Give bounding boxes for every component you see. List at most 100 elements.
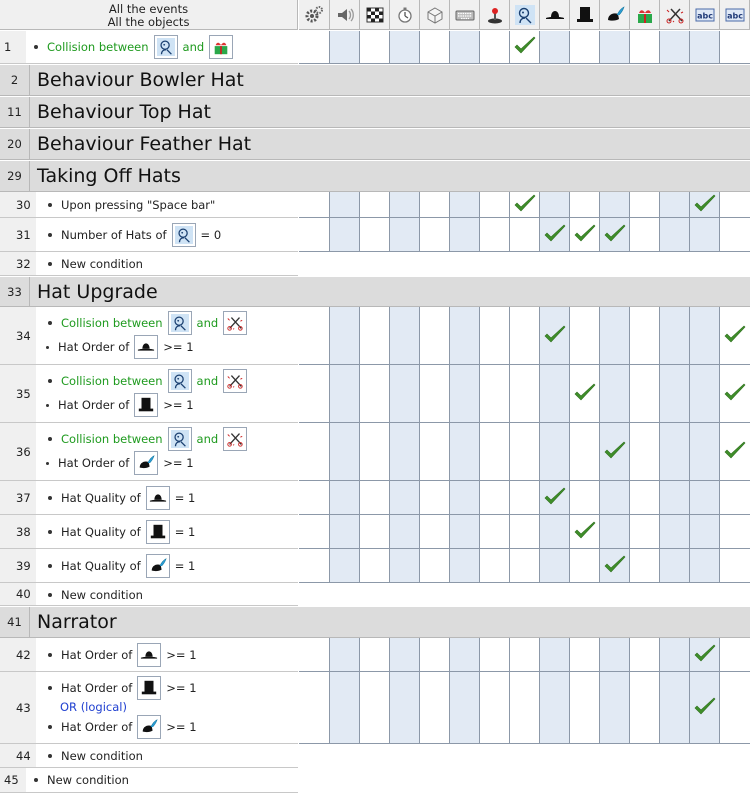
grid-cell[interactable] <box>360 307 390 364</box>
condition-line[interactable]: Hat Quality of = 1 <box>48 486 195 510</box>
grid-cell[interactable] <box>360 515 390 548</box>
grid-cell[interactable] <box>390 423 420 480</box>
grid-cell[interactable] <box>450 365 480 422</box>
grid-cell[interactable] <box>660 192 690 217</box>
event-row-37[interactable]: 37 Hat Quality of = 1 <box>0 481 750 515</box>
grid-cell[interactable] <box>360 481 390 514</box>
event-row-45[interactable]: 45 New condition <box>0 768 750 793</box>
grid-cell[interactable] <box>450 549 480 582</box>
conditions-cell[interactable]: New condition <box>26 768 298 793</box>
grid-cell[interactable] <box>450 672 480 743</box>
condition-line[interactable]: Upon pressing "Space bar" <box>48 193 215 217</box>
grid-cell[interactable] <box>480 515 510 548</box>
grid-cell[interactable] <box>570 638 600 671</box>
grid-cell[interactable] <box>510 31 540 63</box>
grid-cell[interactable] <box>660 31 690 63</box>
grid-cell[interactable] <box>420 307 450 364</box>
grid-cell[interactable] <box>660 307 690 364</box>
grid-cell[interactable] <box>330 672 360 743</box>
grid-cell[interactable] <box>630 672 660 743</box>
conditions-cell[interactable]: Collision between and Hat Order of >= 1 <box>36 423 298 481</box>
event-row-42[interactable]: 42 Hat Order of >= 1 <box>0 638 750 672</box>
grid-cell[interactable] <box>630 365 660 422</box>
grid-cell[interactable] <box>420 218 450 251</box>
grid-cell[interactable] <box>690 218 720 251</box>
grid-cell[interactable] <box>330 218 360 251</box>
column-text-icon[interactable]: abc <box>690 0 720 30</box>
grid-cell[interactable] <box>390 218 420 251</box>
grid-cell[interactable] <box>720 365 750 422</box>
grid-cell[interactable] <box>630 218 660 251</box>
condition-line[interactable]: Hat Quality of = 1 <box>48 520 195 544</box>
grid-cell[interactable] <box>330 365 360 422</box>
grid-cell[interactable] <box>480 307 510 364</box>
grid-cell[interactable] <box>450 192 480 217</box>
grid-cell[interactable] <box>390 549 420 582</box>
conditions-cell[interactable]: Collision between and Hat Order of >= 1 <box>36 365 298 423</box>
grid-cell[interactable] <box>420 423 450 480</box>
grid-cell[interactable] <box>660 365 690 422</box>
event-row-38[interactable]: 38 Hat Quality of = 1 <box>0 515 750 549</box>
event-group-41[interactable]: 41 Narrator <box>0 606 750 638</box>
grid-cell[interactable] <box>390 481 420 514</box>
grid-cell[interactable] <box>360 549 390 582</box>
column-feather-hat-icon[interactable] <box>600 0 630 30</box>
condition-line[interactable]: New condition <box>48 583 143 607</box>
grid-cell[interactable] <box>420 365 450 422</box>
grid-cell[interactable] <box>360 218 390 251</box>
grid-cell[interactable] <box>630 307 660 364</box>
grid-cell[interactable] <box>570 307 600 364</box>
event-row-34[interactable]: 34 Collision between and Hat Order of >= 1 <box>0 307 750 365</box>
grid-cell[interactable] <box>480 31 510 63</box>
grid-cell[interactable] <box>660 672 690 743</box>
grid-cell[interactable] <box>299 31 330 63</box>
grid-cell[interactable] <box>360 192 390 217</box>
condition-line[interactable]: Hat Order of >= 1 <box>46 335 194 359</box>
conditions-cell[interactable]: New condition <box>36 252 298 276</box>
grid-cell[interactable] <box>540 515 570 548</box>
grid-cell[interactable] <box>510 192 540 217</box>
grid-cell[interactable] <box>450 218 480 251</box>
conditions-cell[interactable]: Hat Order of >= 1 <box>36 638 298 672</box>
grid-cell[interactable] <box>690 365 720 422</box>
grid-cell[interactable] <box>510 481 540 514</box>
grid-cell[interactable] <box>660 481 690 514</box>
grid-cell[interactable] <box>299 218 330 251</box>
column-keyboard-icon[interactable] <box>450 0 480 30</box>
grid-cell[interactable] <box>360 672 390 743</box>
character-icon[interactable] <box>153 35 178 59</box>
grid-cell[interactable] <box>510 515 540 548</box>
grid-cell[interactable] <box>420 481 450 514</box>
event-row-30[interactable]: 30 Upon pressing "Space bar" <box>0 192 750 218</box>
conditions-cell[interactable]: Hat Quality of = 1 <box>36 515 298 549</box>
grid-cell[interactable] <box>600 192 630 217</box>
bowler-hat-icon[interactable] <box>137 643 162 667</box>
grid-cell[interactable] <box>480 192 510 217</box>
column-gift-icon[interactable] <box>630 0 660 30</box>
conditions-cell[interactable]: New condition <box>36 583 298 606</box>
grid-cell[interactable] <box>600 218 630 251</box>
grid-cell[interactable] <box>630 192 660 217</box>
event-row-36[interactable]: 36 Collision between and Hat Order of >= 1 <box>0 423 750 481</box>
grid-cell[interactable] <box>510 672 540 743</box>
grid-cell[interactable] <box>600 672 630 743</box>
column-gear-icon[interactable] <box>299 0 330 30</box>
conditions-cell[interactable]: Hat Order of >= 1 OR (logical) Hat Order of… <box>36 672 298 744</box>
condition-line[interactable]: New condition <box>48 252 143 276</box>
grid-cell[interactable] <box>299 515 330 548</box>
character-icon[interactable] <box>167 369 192 393</box>
grid-cell[interactable] <box>630 423 660 480</box>
grid-cell[interactable] <box>660 515 690 548</box>
grid-cell[interactable] <box>570 481 600 514</box>
grid-cell[interactable] <box>330 31 360 63</box>
grid-cell[interactable] <box>330 192 360 217</box>
grid-cell[interactable] <box>600 307 630 364</box>
grid-cell[interactable] <box>299 481 330 514</box>
bowler-hat-icon[interactable] <box>145 486 170 510</box>
grid-cell[interactable] <box>630 515 660 548</box>
grid-cell[interactable] <box>480 218 510 251</box>
column-bowler-hat-icon[interactable] <box>540 0 570 30</box>
grid-cell[interactable] <box>690 423 720 480</box>
grid-cell[interactable] <box>450 515 480 548</box>
grid-cell[interactable] <box>540 481 570 514</box>
